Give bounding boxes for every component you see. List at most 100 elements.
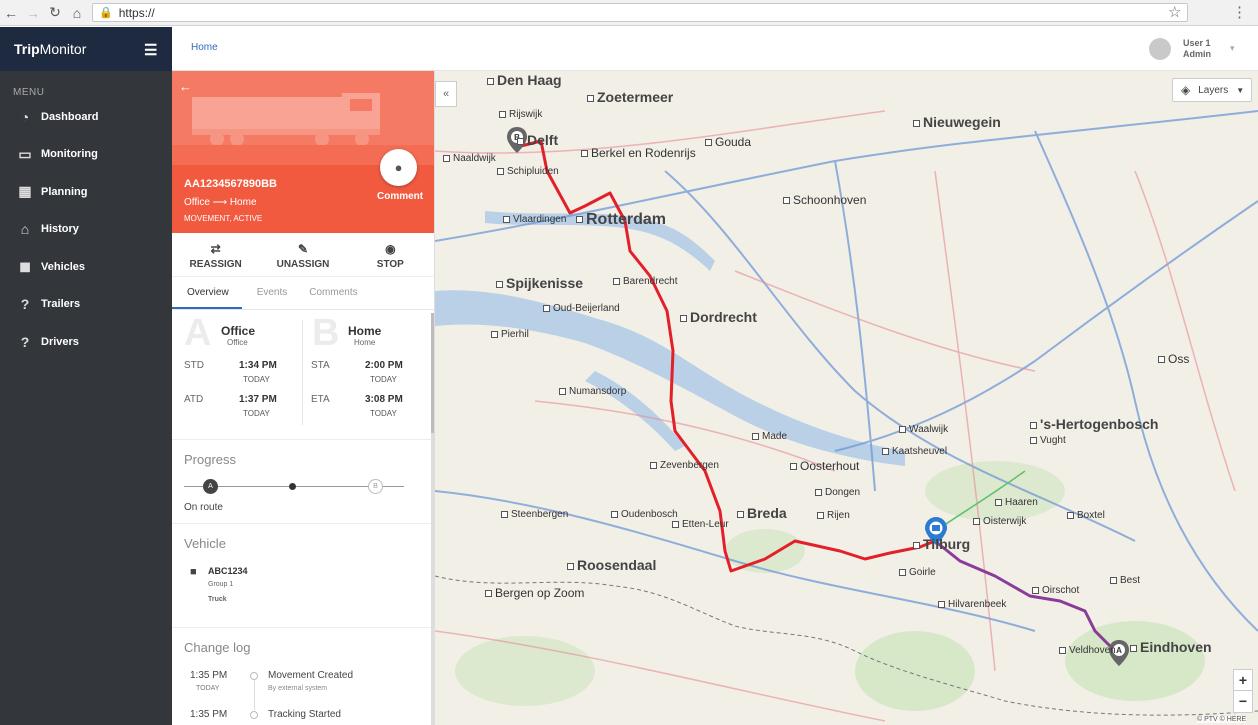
sidebar-item-drivers[interactable]: ? Drivers [0,323,172,361]
atd-day: TODAY [243,409,270,418]
sidebar-item-planning[interactable]: ▦ Planning [0,173,172,211]
back-icon[interactable]: ← [0,5,22,21]
vehicle-registration[interactable]: ABC1234 [208,566,248,576]
changelog-time: 1:35 PM [190,670,228,681]
zoom-controls: + − [1233,669,1253,713]
monitor-icon: ▭ [18,145,32,162]
timeline-line [254,680,255,710]
chevron-down-icon[interactable]: ▾ [1230,43,1235,54]
changelog-day: TODAY [196,685,220,692]
map-label-town: Zevenbergen [650,460,719,471]
changelog-time: 1:35 PM [190,709,228,720]
map-label-city: Roosendaal [567,557,656,573]
truck-icon: ■ [190,566,197,578]
institution-icon: ⌂ [20,221,30,238]
sta-label: STA [311,360,330,371]
origin-sub: Office [227,338,248,347]
bookmark-star-icon[interactable]: ☆ [1168,3,1181,21]
collapse-panel-button[interactable]: « [435,81,457,107]
app-name-bold: Trip [14,41,40,57]
map-label-city: Breda [737,505,787,521]
sidebar-item-history[interactable]: ⌂ History [0,211,172,249]
reload-icon[interactable]: ↻ [44,4,66,21]
reassign-icon: ⇄ [210,242,221,256]
comment-button[interactable]: ● [380,149,417,186]
atd-label: ATD [184,394,204,405]
unassign-button[interactable]: ✎ UNASSIGN [259,233,346,276]
sidebar-item-vehicles[interactable]: ◼ Vehicles [0,248,172,286]
map-label-town: Oudenbosch [611,509,678,520]
user-role: Admin [1183,49,1211,59]
map-label-town: Haaren [995,497,1038,508]
app-logo[interactable]: Trip Monitor ☰ [0,27,172,71]
map-view[interactable]: B A Den Haag Zoetermeer Delft Rotterdam … [435,71,1258,725]
map-label-town: Oirschot [1032,585,1079,596]
map-label-city: Eindhoven [1130,639,1212,655]
map-label-city: Delft [517,132,558,148]
map-label-city: 's-Hertogenbosch [1030,416,1158,432]
user-name: User 1 [1183,38,1211,48]
layers-label: Layers [1198,84,1229,96]
map-label-town: Steenbergen [501,509,568,520]
map-label-town: Oud-Beijerland [543,303,620,314]
map-label-town: Etten-Leur [672,519,729,530]
map-label-city: Den Haag [487,72,562,88]
destination-sub: Home [354,338,376,347]
zoom-in-button[interactable]: + [1234,670,1252,691]
changelog-entry: 1:35 PM TODAY Movement Created By extern… [172,670,434,710]
unassign-icon: ✎ [297,242,309,256]
sidebar-item-dashboard[interactable]: ◔ Dashboard [0,98,172,136]
map-label-town: Boxtel [1067,510,1105,521]
map-label-town: Veldhoven [1059,645,1116,656]
sidebar-item-monitoring[interactable]: ▭ Monitoring [0,136,172,174]
sidebar: Trip Monitor ☰ MENU ◔ Dashboard ▭ Monitorin… [0,27,172,725]
comment-icon: ● [394,160,403,175]
destination-name: Home [348,324,382,338]
map-label-town: Schipluiden [497,166,559,177]
map-label-town: Barendrecht [613,276,677,287]
back-arrow-icon[interactable]: ← [179,79,192,94]
caret-down-icon: ▼ [1236,85,1245,95]
forward-icon[interactable]: → [22,5,44,21]
vehicle-type: Truck [208,596,227,603]
sidebar-item-trailers[interactable]: ? Trailers [0,286,172,324]
trip-actions: ⇄ REASSIGN ✎ UNASSIGN ◉ STOP [172,233,434,277]
sta-day: TODAY [370,375,397,384]
map-label-town: Vught [1030,435,1066,446]
svg-text:A: A [1116,646,1122,655]
user-menu[interactable]: User 1 Admin [1183,38,1211,60]
stop-icon: ◉ [385,242,396,256]
address-bar[interactable]: 🔒 https:// [92,3,1188,22]
tab-comments[interactable]: Comments [294,277,364,309]
lock-icon: 🔒 [99,7,113,19]
std-day: TODAY [243,375,270,384]
question-icon: ? [20,296,30,313]
layers-dropdown[interactable]: ◈ Layers ▼ [1172,78,1252,102]
zoom-out-button[interactable]: − [1234,691,1252,712]
reassign-button[interactable]: ⇄ REASSIGN [172,233,259,276]
reassign-label: REASSIGN [189,259,242,270]
vehicle-title: Vehicle [184,536,226,551]
map-label-town: Numansdorp [559,386,626,397]
changelog-title: Change log [184,640,251,655]
map-label-town: Bergen op Zoom [485,586,584,600]
avatar[interactable] [1149,38,1171,60]
tab-overview[interactable]: Overview [172,277,242,309]
map-label-city: Nieuwegein [913,114,1001,130]
unassign-label: UNASSIGN [276,259,330,270]
breadcrumb-home[interactable]: Home [191,42,218,53]
sidebar-item-label: Planning [41,185,88,198]
tab-events[interactable]: Events [242,277,295,309]
hamburger-menu-icon[interactable]: ☰ [144,41,157,59]
map-label-city: Zoetermeer [587,89,673,105]
question-icon: ? [20,333,30,350]
progress-start-marker: A [203,479,218,494]
browser-menu-icon[interactable]: ⋮ [1232,3,1247,21]
map-label-town: Naaldwijk [443,153,496,164]
home-icon[interactable]: ⌂ [66,5,88,21]
map-label-town: Kaatsheuvel [882,446,947,457]
map-label-town: Berkel en Rodenrijs [581,146,696,160]
dashboard-icon: ◔ [20,108,30,125]
stop-button[interactable]: ◉ STOP [347,233,434,276]
comment-label[interactable]: Comment [377,191,423,202]
